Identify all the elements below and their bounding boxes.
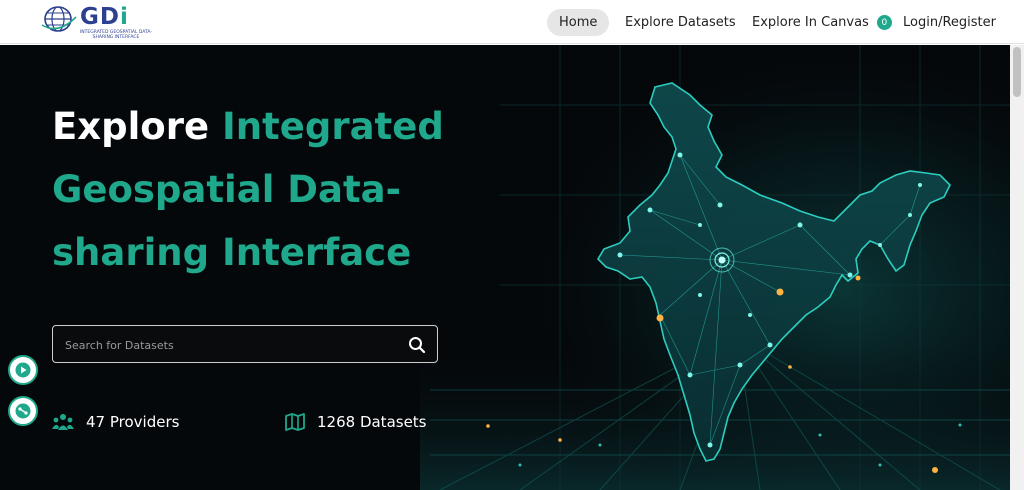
nav-explore-canvas-label: Explore In Canvas [752, 15, 869, 30]
datasets-stat[interactable]: 1268 Datasets [285, 411, 427, 433]
providers-count: 47 Providers [86, 413, 180, 431]
hero-section: Explore Integrated Geospatial Data-shari… [0, 45, 1010, 490]
share-icon [15, 403, 31, 419]
map-icon [285, 413, 305, 431]
people-group-icon [52, 414, 74, 430]
headline-white-text: Explore [52, 105, 222, 148]
play-icon [15, 362, 31, 378]
nav-login-register[interactable]: Login/Register [891, 9, 1008, 36]
gdi-logo[interactable]: GDi INTEGRATED GEOSPATIAL DATA-SHARING I… [40, 4, 152, 40]
nav-explore-datasets-label: Explore Datasets [625, 15, 736, 30]
nav-home-label: Home [559, 15, 598, 30]
datasets-count: 1268 Datasets [317, 413, 427, 431]
canvas-count-badge: 0 [876, 15, 892, 30]
nav-explore-datasets[interactable]: Explore Datasets [613, 9, 748, 36]
providers-stat[interactable]: 47 Providers [52, 411, 179, 433]
nav-explore-canvas[interactable]: Explore In Canvas 0 [740, 9, 904, 36]
top-navbar: GDi INTEGRATED GEOSPATIAL DATA-SHARING I… [0, 0, 1024, 44]
dataset-search-box [52, 325, 438, 363]
brand-subtitle: INTEGRATED GEOSPATIAL DATA-SHARING INTER… [79, 30, 153, 40]
nav-home[interactable]: Home [547, 9, 610, 36]
search-input[interactable] [65, 335, 385, 355]
search-icon[interactable] [407, 335, 427, 355]
scrollbar-thumb[interactable] [1013, 47, 1021, 97]
nav-login-label: Login/Register [903, 15, 996, 30]
globe-icon [41, 6, 77, 32]
page-scrollbar[interactable] [1010, 45, 1024, 490]
share-button[interactable] [8, 396, 38, 426]
play-tour-button[interactable] [8, 355, 38, 385]
hero-headline: Explore Integrated Geospatial Data-shari… [52, 95, 472, 284]
brand-name: GDi [80, 4, 129, 30]
